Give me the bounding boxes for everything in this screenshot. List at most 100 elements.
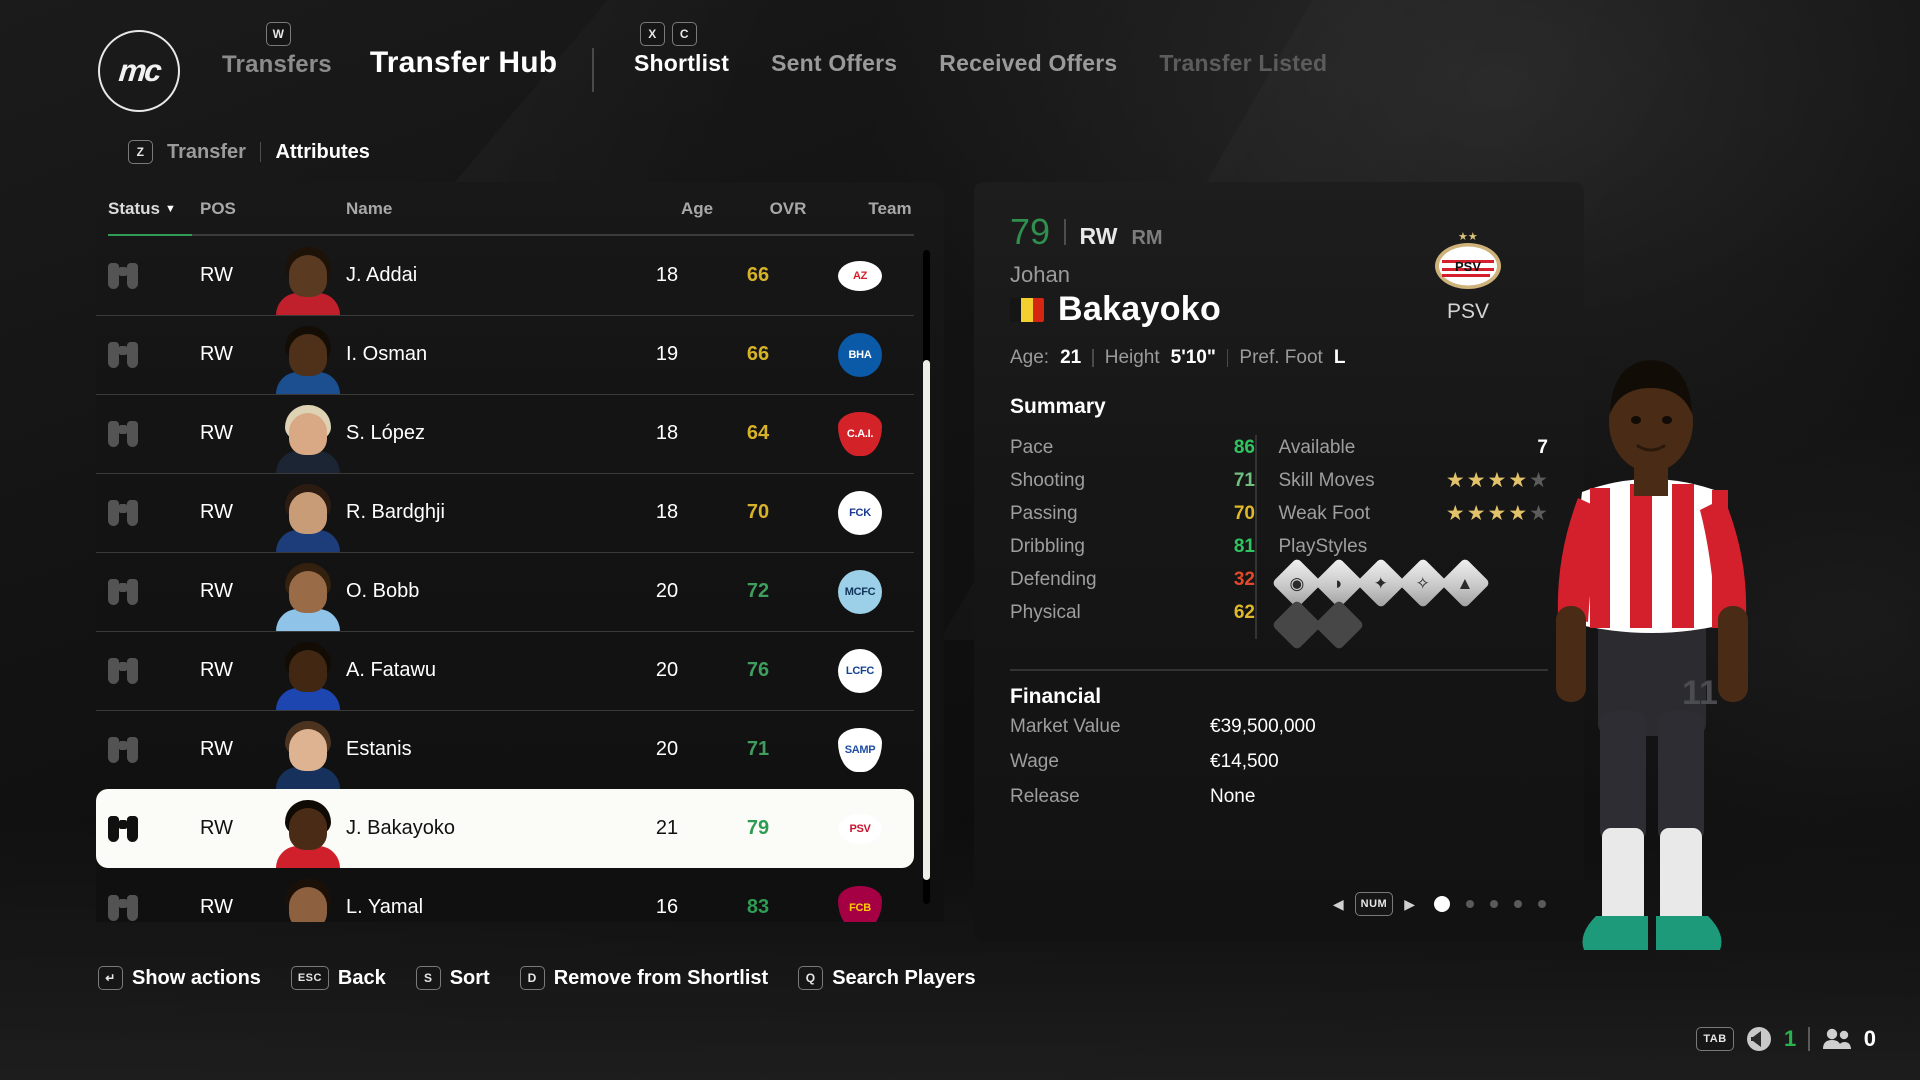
weak-foot-label: Weak Foot	[1278, 502, 1371, 524]
stat-value: 81	[1233, 535, 1255, 557]
overall-rating: 79	[1010, 211, 1051, 252]
financial-value: €14,500	[1210, 751, 1279, 772]
pager-dot[interactable]	[1466, 900, 1474, 908]
key-hint-w[interactable]: W	[266, 22, 291, 46]
binoculars-icon	[108, 894, 138, 921]
breadcrumb: Transfers Transfer Hub	[222, 46, 557, 80]
position-cell: RW	[200, 817, 233, 839]
stat-label: Defending	[1010, 568, 1097, 590]
team-cell: FCK	[806, 490, 914, 535]
column-header-pos[interactable]: POS	[200, 199, 272, 219]
table-row[interactable]: RW J. Addai 18 66 AZ	[96, 236, 914, 315]
status-cell	[108, 578, 200, 605]
club-badge-icon: SAMP	[838, 727, 882, 772]
weak-foot-star: ★	[1445, 502, 1465, 525]
tab-sent-offers[interactable]: Sent Offers	[771, 50, 897, 77]
binoculars-icon	[108, 736, 138, 763]
table-row[interactable]: RW O. Bobb 20 72 MCFC	[96, 552, 914, 631]
pager-left-arrow-icon[interactable]: ◀	[1333, 896, 1344, 913]
table-row[interactable]: RW S. López 18 64 C.A.I.	[96, 394, 914, 473]
age-label: Age:	[1010, 347, 1050, 368]
action-sort[interactable]: S Sort	[415, 966, 490, 990]
available-label: Available	[1278, 436, 1356, 458]
table-row[interactable]: RW R. Bardghji 18 70 FCK	[96, 473, 914, 552]
binoculars-icon	[108, 262, 138, 289]
binoculars-icon	[108, 420, 138, 447]
list-scrollbar[interactable]	[923, 250, 930, 904]
stat-value: 86	[1233, 436, 1255, 458]
table-row-selected[interactable]: RW J. Bakayoko 21 79 PSV	[96, 789, 914, 868]
app-root: mc W X C Transfers Transfer Hub Shortlis…	[0, 0, 1920, 1080]
speaker-icon	[1746, 1026, 1772, 1052]
table-row[interactable]: RW I. Osman 19 66 BHA	[96, 315, 914, 394]
pager-dot[interactable]	[1434, 896, 1450, 912]
action-search-players[interactable]: Q Search Players	[798, 966, 976, 990]
player-name-cell: R. Bardghji	[346, 501, 445, 523]
subtab-transfer[interactable]: Transfer	[167, 141, 246, 164]
column-header-age[interactable]: Age	[654, 199, 740, 219]
sub-tabs: Z Transfer Attributes	[128, 140, 370, 164]
friends-count: 0	[1863, 1026, 1876, 1051]
financial-label: Release	[1010, 786, 1080, 807]
tab-received-offers[interactable]: Received Offers	[939, 50, 1117, 77]
tab-shortlist[interactable]: Shortlist	[634, 50, 729, 77]
player-face	[272, 473, 346, 552]
table-row[interactable]: RW L. Yamal 16 83 FCB	[96, 868, 914, 922]
key-hint-x[interactable]: X	[640, 22, 665, 46]
stat-label: Physical	[1010, 601, 1081, 623]
key-hint-tab[interactable]: TAB	[1696, 1027, 1734, 1051]
stat-value: 70	[1233, 502, 1255, 524]
team-cell: MCFC	[806, 569, 914, 614]
column-header-ovr[interactable]: OVR	[740, 199, 836, 219]
empty-playstyle-slot	[1313, 599, 1364, 651]
action-back[interactable]: ESC Back	[290, 966, 386, 990]
position-cell: RW	[200, 343, 233, 365]
player-name-cell: A. Fatawu	[346, 659, 437, 681]
ovr-cell: 64	[746, 422, 770, 444]
key-hint: Q	[798, 966, 824, 990]
summary-title: Summary	[1010, 395, 1106, 418]
list-scrollbar-thumb[interactable]	[923, 360, 930, 880]
ovr-cell: 70	[746, 501, 770, 523]
binoculars-icon	[108, 341, 138, 368]
breadcrumb-transfers[interactable]: Transfers	[222, 51, 332, 79]
player-face	[272, 868, 346, 922]
status-cell	[108, 262, 200, 289]
club-badge-icon: FCB	[838, 885, 882, 922]
age-cell: 16	[655, 896, 679, 918]
key-hint-z[interactable]: Z	[128, 140, 153, 164]
action-show-actions[interactable]: ↵ Show actions	[98, 966, 261, 990]
team-cell: BHA	[806, 332, 914, 377]
player-name-cell: Estanis	[346, 738, 412, 760]
rapid-icon: ▲	[1439, 557, 1490, 609]
action-remove-from-shortlist[interactable]: D Remove from Shortlist	[519, 966, 768, 990]
key-hint: S	[415, 966, 441, 990]
table-row[interactable]: RW Estanis 20 71 SAMP	[96, 710, 914, 789]
stat-value: 32	[1233, 568, 1255, 590]
subtab-attributes[interactable]: Attributes	[275, 141, 369, 164]
height-value: 5'10"	[1170, 347, 1216, 368]
player-face	[272, 552, 346, 631]
column-header-team[interactable]: Team	[836, 199, 944, 219]
age-cell: 20	[655, 580, 679, 602]
sort-descending-icon[interactable]: ▼	[165, 203, 176, 215]
ovr-cell: 76	[746, 659, 770, 681]
column-header-status[interactable]: Status ▼	[108, 199, 200, 219]
club-badge-icon: MCFC	[838, 569, 882, 614]
pager-right-arrow-icon[interactable]: ▶	[1404, 896, 1415, 913]
stat-row: Defending 32	[1010, 563, 1255, 596]
tab-transfer-listed[interactable]: Transfer Listed	[1159, 50, 1327, 77]
key-hint-c[interactable]: C	[672, 22, 697, 46]
status-divider	[1808, 1027, 1810, 1051]
financial-divider	[1010, 669, 1548, 671]
key-hint-num[interactable]: NUM	[1354, 892, 1394, 916]
team-cell: FCB	[806, 885, 914, 922]
action-bar: ↵ Show actions ESC Back S Sort D Remove from Sh…	[98, 966, 976, 990]
key-hint: D	[519, 966, 545, 990]
summary-stats: Pace 86 Shooting 71 Passing 70 Dribbling 81 Defe…	[1010, 431, 1255, 643]
table-row[interactable]: RW A. Fatawu 20 76 LCFC	[96, 631, 914, 710]
svg-text:★★: ★★	[1458, 231, 1478, 243]
column-header-name[interactable]: Name	[346, 199, 654, 219]
mc-circle-logo: mc	[98, 30, 180, 112]
player-name-cell: L. Yamal	[346, 896, 424, 918]
